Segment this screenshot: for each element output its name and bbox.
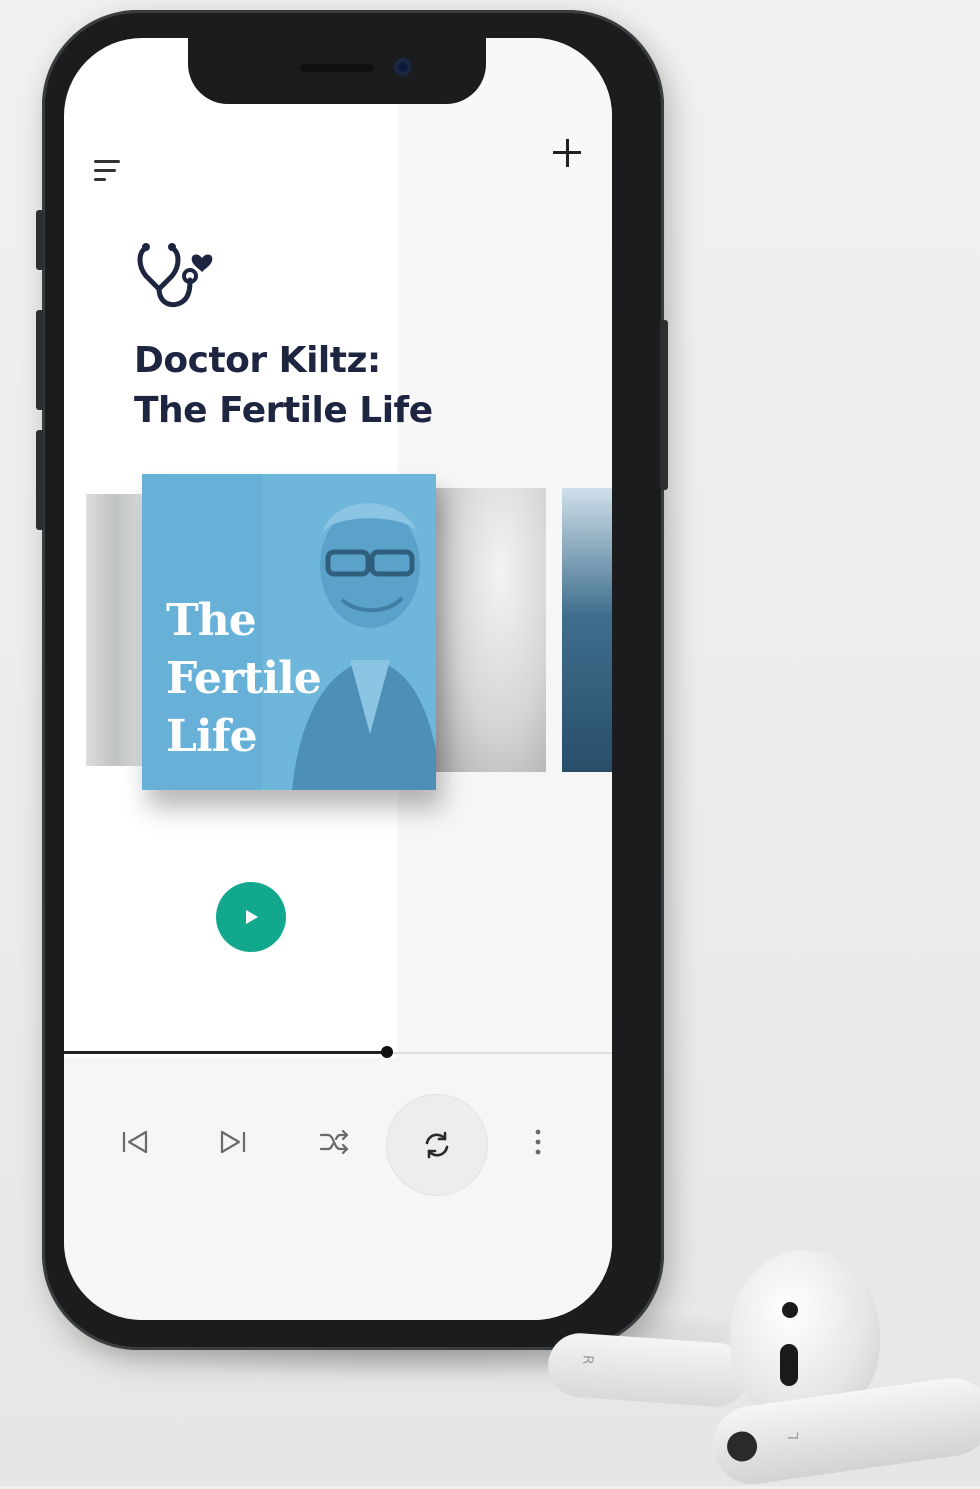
- app-screen: Doctor Kiltz: The Fertile Life The Ferti…: [64, 38, 612, 1320]
- power-button: [660, 320, 668, 490]
- album-cover[interactable]: The Fertile Life: [142, 474, 436, 790]
- phone-frame: Doctor Kiltz: The Fertile Life The Ferti…: [36, 10, 668, 1350]
- front-camera: [394, 58, 412, 76]
- skip-previous-icon[interactable]: [118, 1124, 154, 1160]
- volume-up-button: [36, 310, 44, 410]
- notch: [188, 38, 486, 104]
- progress-knob[interactable]: [381, 1046, 394, 1058]
- stethoscope-heart-icon: [137, 243, 213, 308]
- earbud-right-stem: R: [546, 1331, 750, 1409]
- earbud-left-label: L: [785, 1431, 803, 1441]
- album-card-previous[interactable]: [86, 494, 146, 766]
- earpiece-speaker: [300, 64, 374, 72]
- more-vertical-icon[interactable]: [520, 1124, 556, 1160]
- earbud-right-label: R: [579, 1354, 596, 1366]
- mute-switch: [36, 210, 44, 270]
- menu-icon[interactable]: [92, 154, 124, 186]
- podcast-title: Doctor Kiltz: The Fertile Life: [134, 340, 433, 431]
- repeat-icon[interactable]: [419, 1127, 455, 1163]
- skip-next-icon[interactable]: [214, 1124, 250, 1160]
- shuffle-icon[interactable]: [316, 1124, 352, 1160]
- control-bar: [64, 1058, 612, 1320]
- volume-down-button: [36, 430, 44, 530]
- album-card-next-2[interactable]: [562, 488, 612, 772]
- progress-fill: [64, 1051, 388, 1054]
- plus-icon[interactable]: [550, 136, 584, 170]
- play-button[interactable]: [216, 882, 286, 952]
- album-title-text: The Fertile Life: [166, 595, 322, 762]
- album-card-next[interactable]: [434, 488, 546, 772]
